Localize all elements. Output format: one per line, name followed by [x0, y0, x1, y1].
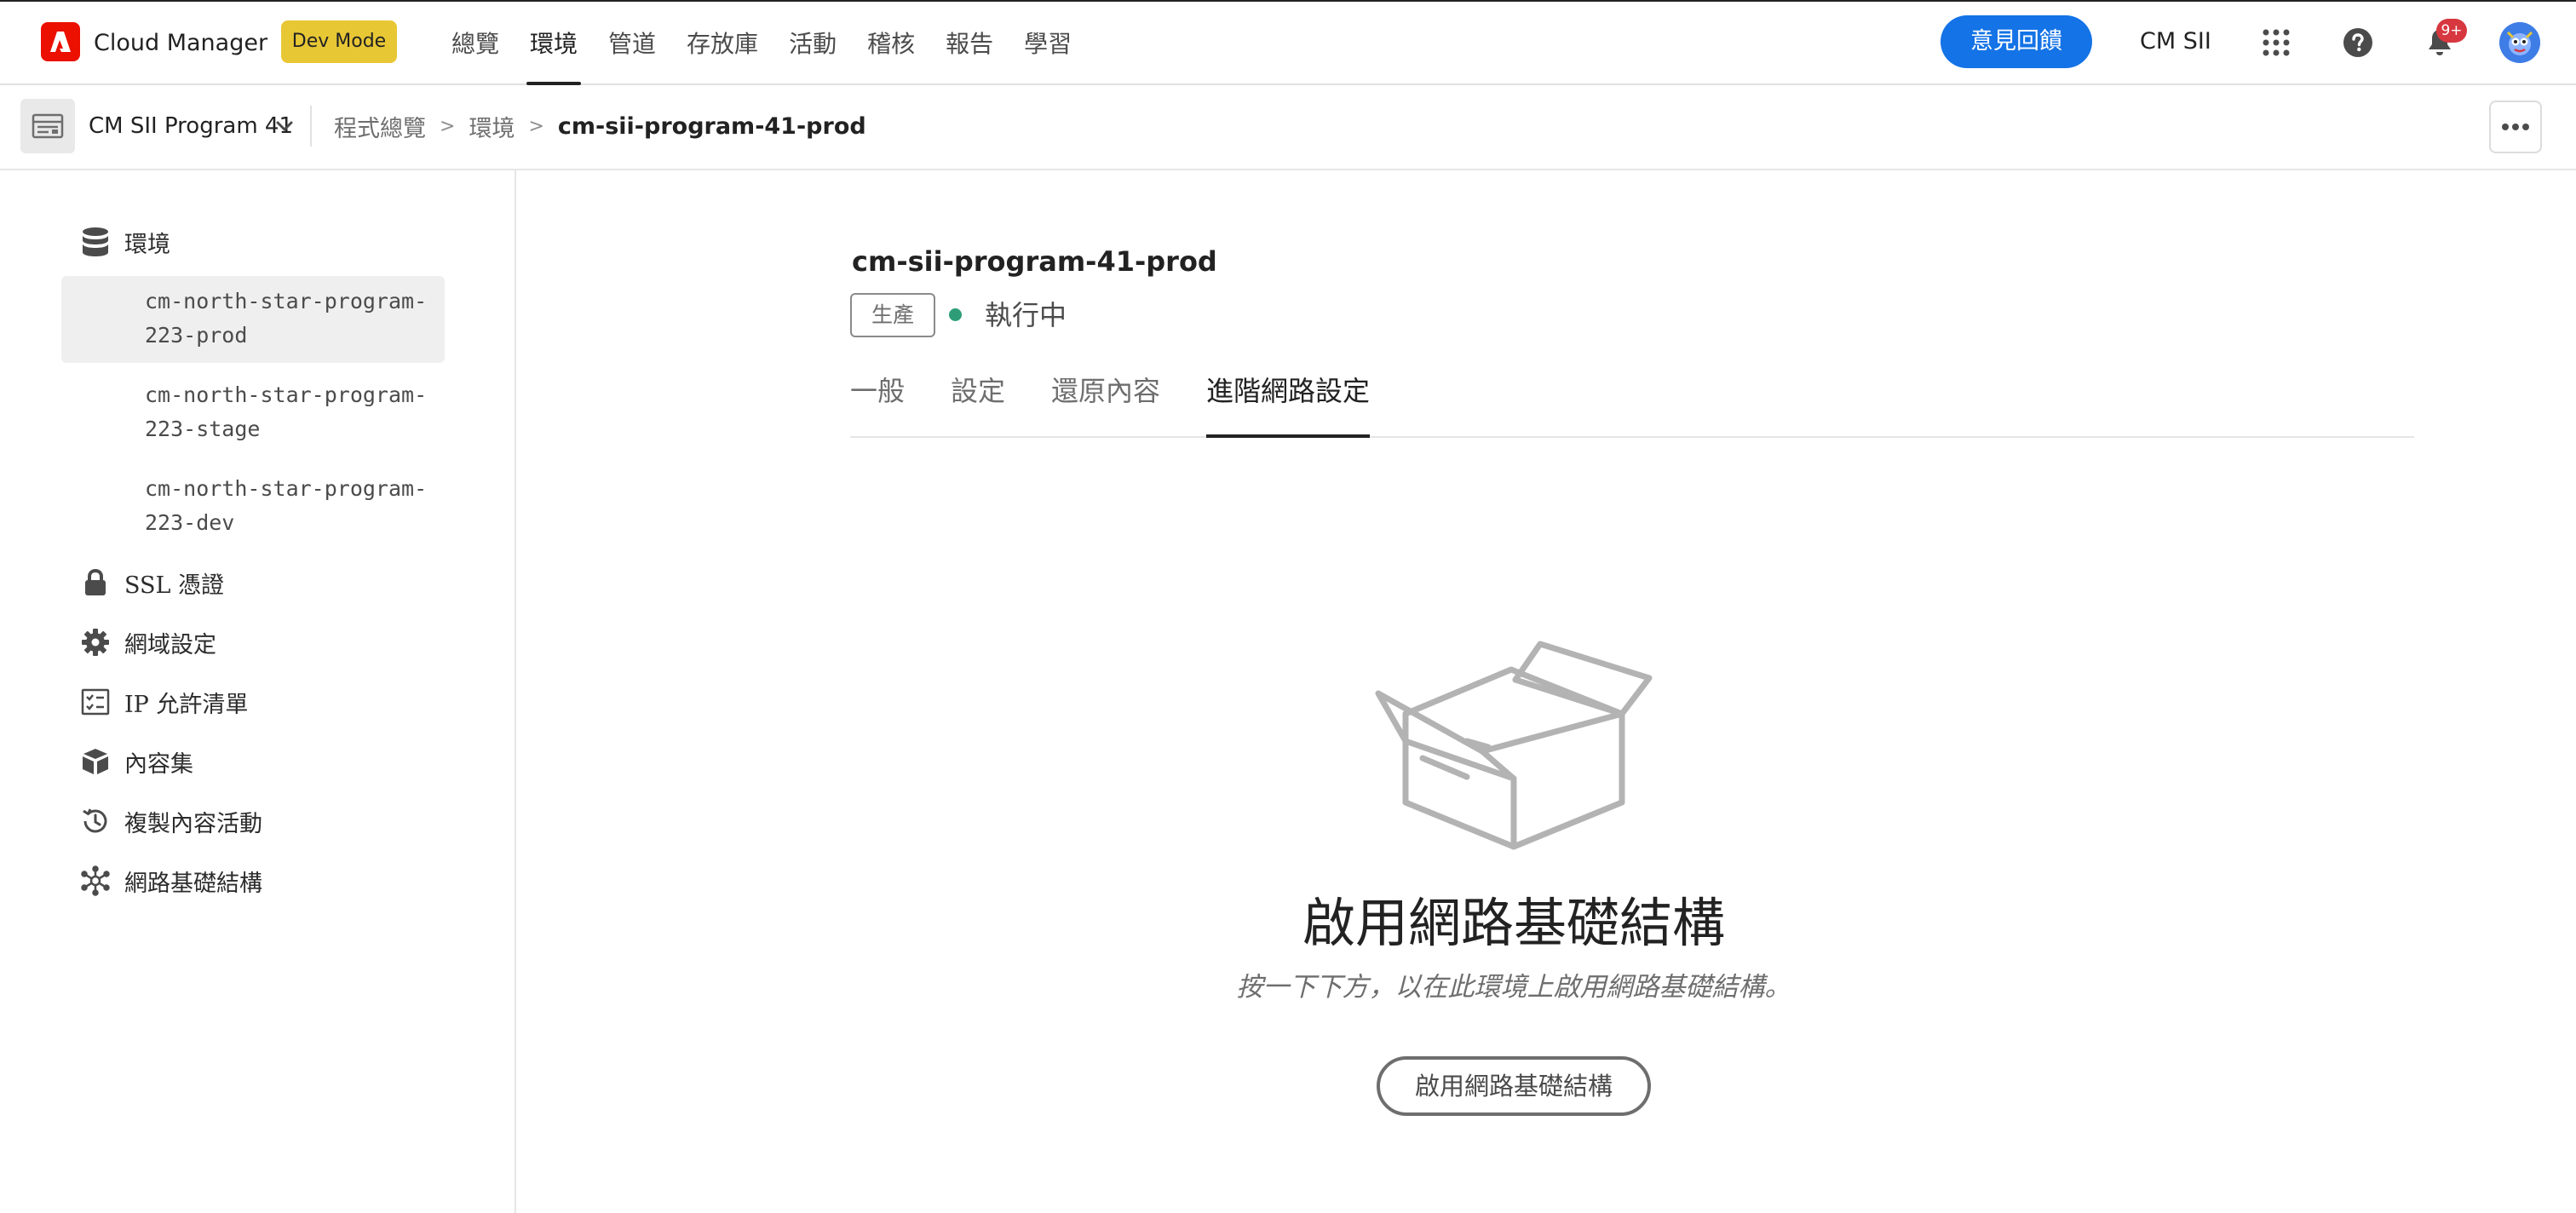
checklist-icon — [78, 685, 112, 719]
breadcrumb-program-overview[interactable]: 程式總覽 — [334, 110, 426, 143]
sidebar-item-copy-content-activity[interactable]: 複製內容活動 — [78, 797, 262, 845]
environment-type-tag: 生產 — [850, 293, 935, 337]
sidebar-item-label: SSL 憑證 — [124, 572, 225, 599]
sidebar-item-content-sets[interactable]: 內容集 — [78, 738, 193, 785]
dev-mode-badge[interactable]: Dev Mode — [281, 20, 397, 63]
environment-title: cm-sii-program-41-prod — [852, 245, 1217, 278]
nav-activity[interactable]: 活動 — [773, 2, 852, 83]
sidebar-item-label: 內容集 — [124, 750, 193, 778]
history-icon — [78, 804, 112, 838]
apps-grid-icon[interactable] — [2256, 22, 2297, 63]
nav-overview[interactable]: 總覽 — [436, 2, 515, 83]
empty-box-icon — [1375, 641, 1653, 850]
help-icon[interactable] — [2337, 22, 2378, 63]
nav-environments[interactable]: 環境 — [515, 2, 593, 85]
nav-repositories[interactable]: 存放庫 — [671, 2, 773, 83]
nav-pipelines[interactable]: 管道 — [593, 2, 671, 83]
divider — [310, 106, 312, 147]
chevron-down-icon[interactable] — [274, 116, 295, 136]
database-icon — [78, 225, 112, 259]
breadcrumb-environments[interactable]: 環境 — [469, 110, 515, 143]
sidebar-item-label: 網域設定 — [124, 631, 216, 658]
environment-item-dev[interactable]: cm-north-star-program- 223-dev — [61, 463, 445, 550]
breadcrumb-bar: CM SII Program 41 程式總覽 > 環境 > cm-sii-pro… — [0, 85, 2576, 170]
gear-icon — [78, 625, 112, 659]
environment-item-stage[interactable]: cm-north-star-program- 223-stage — [61, 370, 445, 457]
global-header: Cloud Manager Dev Mode 總覽 環境 管道 存放庫 活動 稽… — [0, 2, 2576, 85]
breadcrumb-current: cm-sii-program-41-prod — [557, 112, 866, 140]
environment-name-line1: cm-north-star-program- — [145, 289, 428, 313]
sidebar: 環境 cm-north-star-program- 223-prod cm-no… — [0, 170, 516, 1213]
lock-icon — [78, 566, 112, 600]
environment-name-line1: cm-north-star-program- — [145, 382, 428, 407]
chevron-right-icon: > — [440, 115, 456, 137]
empty-state-description: 按一下下方，以在此環境上啟用網路基礎結構。 — [1236, 972, 1791, 1003]
program-selector[interactable]: CM SII Program 41 — [89, 104, 293, 148]
tab-general[interactable]: 一般 — [850, 361, 905, 436]
nav-reports[interactable]: 報告 — [930, 2, 1009, 83]
enable-network-infrastructure-button[interactable]: 啟用網路基礎結構 — [1377, 1056, 1651, 1116]
nav-learn[interactable]: 學習 — [1009, 2, 1087, 83]
environment-name-line2: 223-stage — [145, 417, 261, 441]
more-actions-button[interactable] — [2489, 101, 2542, 153]
avatar[interactable] — [2499, 22, 2540, 63]
environment-item-prod[interactable]: cm-north-star-program- 223-prod — [61, 276, 445, 363]
sidebar-item-ip-allow-list[interactable]: IP 允許清單 — [78, 678, 248, 726]
sidebar-item-label: 環境 — [124, 231, 170, 258]
sidebar-item-label: IP 允許清單 — [124, 691, 249, 718]
top-navigation: 總覽 環境 管道 存放庫 活動 稽核 報告 學習 — [436, 2, 1087, 85]
program-icon[interactable] — [20, 99, 75, 153]
tab-advanced-networking[interactable]: 進階網路設定 — [1206, 361, 1371, 438]
empty-state-title: 啟用網路基礎結構 — [1302, 892, 1725, 954]
cubes-icon — [78, 744, 112, 779]
chevron-right-icon: > — [528, 115, 544, 137]
sidebar-item-label: 複製內容活動 — [124, 810, 262, 837]
more-icon — [2502, 124, 2529, 130]
tab-settings[interactable]: 設定 — [951, 361, 1005, 436]
environment-name-line1: cm-north-star-program- — [145, 476, 428, 501]
sidebar-item-domain-settings[interactable]: 網域設定 — [78, 618, 216, 666]
feedback-button[interactable]: 意見回饋 — [1941, 15, 2092, 68]
environment-name-line2: 223-prod — [145, 323, 248, 348]
sidebar-item-environments[interactable]: 環境 — [78, 218, 170, 266]
status-indicator-icon — [949, 308, 962, 321]
sidebar-item-ssl-certificates[interactable]: SSL 憑證 — [78, 559, 224, 606]
app-title[interactable]: Cloud Manager — [94, 24, 267, 63]
tab-restore-content[interactable]: 還原內容 — [1051, 361, 1160, 436]
environment-status: 執行中 — [985, 299, 1067, 331]
notification-count-badge: 9+ — [2436, 19, 2467, 43]
environment-tabs: 一般 設定 還原內容 進階網路設定 — [850, 361, 2414, 438]
org-switcher[interactable]: CM SII — [2140, 20, 2211, 63]
adobe-logo-icon[interactable] — [41, 22, 80, 61]
nav-audit[interactable]: 稽核 — [852, 2, 930, 83]
environment-name-line2: 223-dev — [145, 510, 235, 535]
breadcrumb: 程式總覽 > 環境 > cm-sii-program-41-prod — [334, 104, 866, 148]
